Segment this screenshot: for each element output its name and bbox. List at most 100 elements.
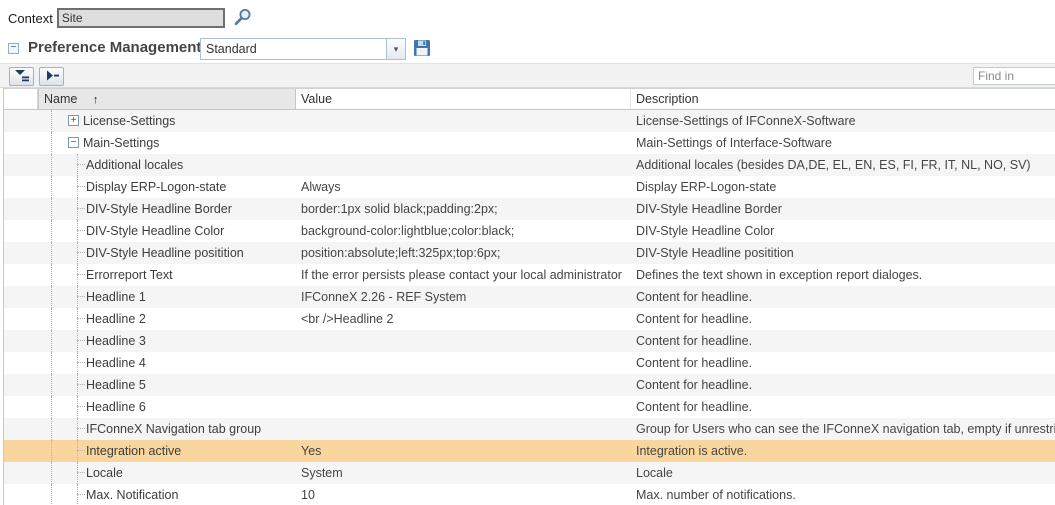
column-header-value[interactable]: Value	[296, 89, 631, 109]
setting-value	[296, 110, 631, 132]
collapse-all-button[interactable]	[39, 67, 64, 86]
column-header-name[interactable]: Name ↑	[38, 89, 296, 109]
table-row[interactable]: Headline 1IFConneX 2.26 - REF SystemCont…	[4, 286, 1055, 308]
row-gutter	[4, 352, 38, 374]
tree-guide-line	[77, 176, 78, 198]
setting-name: Headline 2	[86, 308, 146, 330]
table-row[interactable]: Headline 4Content for headline.	[4, 352, 1055, 374]
tree-connector	[77, 428, 85, 429]
setting-description: Integration is active.	[631, 440, 1055, 462]
setting-description: Locale	[631, 462, 1055, 484]
tree-connector	[77, 340, 85, 341]
table-row[interactable]: Display ERP-Logon-stateAlwaysDisplay ERP…	[4, 176, 1055, 198]
floppy-disk-icon	[413, 39, 431, 57]
name-cell: Headline 3	[38, 330, 296, 352]
setting-value: System	[296, 462, 631, 484]
table-row[interactable]: DIV-Style Headline Borderborder:1px soli…	[4, 198, 1055, 220]
name-cell: DIV-Style Headline positition	[38, 242, 296, 264]
table-row[interactable]: IFConneX Navigation tab groupGroup for U…	[4, 418, 1055, 440]
name-cell: Headline 1	[38, 286, 296, 308]
table-row[interactable]: Headline 3 Content for headline.	[4, 330, 1055, 352]
setting-value: If the error persists please contact you…	[296, 264, 631, 286]
table-row[interactable]: −Main-SettingsMain-Settings of Interface…	[4, 132, 1055, 154]
tree-guide-line	[77, 396, 78, 418]
setting-value	[296, 374, 631, 396]
tree-guide-line	[51, 198, 52, 220]
table-row[interactable]: DIV-Style Headline Colorbackground-color…	[4, 220, 1055, 242]
setting-description: DIV-Style Headline Color	[631, 220, 1055, 242]
magnifier-icon	[233, 8, 252, 27]
setting-description: DIV-Style Headline positition	[631, 242, 1055, 264]
setting-name: Max. Notification	[86, 484, 178, 505]
tree-connector	[77, 252, 85, 253]
setting-description: Additional locales (besides DA,DE, EL, E…	[631, 154, 1055, 176]
row-gutter	[4, 198, 38, 220]
table-header-row: Name ↑ Value Description	[4, 88, 1055, 110]
name-cell: +License-Settings	[38, 110, 296, 132]
table-row[interactable]: Headline 2<br />Headline 2Content for he…	[4, 308, 1055, 330]
context-input[interactable]	[57, 8, 225, 28]
table-row[interactable]: Max. Notification 10Max. number of notifi…	[4, 484, 1055, 505]
save-button[interactable]	[412, 39, 432, 59]
tree-guide-line	[51, 220, 52, 242]
tree-connector	[77, 472, 85, 473]
setting-name: Headline 1	[86, 286, 146, 308]
table-row[interactable]: Headline 6Content for headline.	[4, 396, 1055, 418]
setting-value: 10	[296, 484, 631, 505]
row-gutter	[4, 110, 38, 132]
search-button[interactable]	[233, 8, 253, 28]
setting-description: Max. number of notifications.	[631, 484, 1055, 505]
tree-guide-line	[51, 330, 52, 352]
setting-value	[296, 132, 631, 154]
row-gutter	[4, 132, 38, 154]
table-row[interactable]: Additional locales Additional locales (be…	[4, 154, 1055, 176]
tree-connector	[77, 230, 85, 231]
setting-value	[296, 418, 631, 440]
tree-connector	[77, 296, 85, 297]
table-row[interactable]: +License-SettingsLicense-Settings of IFC…	[4, 110, 1055, 132]
tree-guide-line	[51, 374, 52, 396]
profile-select[interactable]: Standard ▾	[200, 38, 406, 60]
section-collapse-icon[interactable]: −	[8, 43, 19, 54]
tree-guide-line	[77, 462, 78, 484]
tree-guide-line	[77, 330, 78, 352]
tree-connector	[77, 362, 85, 363]
filter-button[interactable]	[9, 67, 34, 86]
table-row[interactable]: DIV-Style Headline posititionposition:ab…	[4, 242, 1055, 264]
column-header-description[interactable]: Description	[631, 89, 1055, 109]
setting-name: Headline 4	[86, 352, 146, 374]
tree-guide-line	[77, 242, 78, 264]
row-gutter	[4, 374, 38, 396]
setting-value: Always	[296, 176, 631, 198]
row-gutter	[4, 396, 38, 418]
setting-name: Errorreport Text	[86, 264, 173, 286]
name-cell: Headline 5	[38, 374, 296, 396]
tree-connector	[77, 384, 85, 385]
context-label: Context	[8, 11, 53, 26]
expand-node-icon[interactable]: +	[68, 115, 79, 126]
table-row[interactable]: LocaleSystemLocale	[4, 462, 1055, 484]
setting-description: Content for headline.	[631, 330, 1055, 352]
tree-connector	[77, 274, 85, 275]
collapse-all-icon	[44, 69, 60, 82]
tree-guide-line	[77, 374, 78, 396]
setting-description: Content for headline.	[631, 374, 1055, 396]
chevron-down-icon[interactable]: ▾	[386, 39, 405, 59]
table-row[interactable]: Integration activeYesIntegration is acti…	[4, 440, 1055, 462]
collapse-node-icon[interactable]: −	[68, 137, 79, 148]
table-row[interactable]: Errorreport Text If the error persists pl…	[4, 264, 1055, 286]
find-input[interactable]	[973, 67, 1055, 85]
tree-guide-line	[51, 176, 52, 198]
tree-connector	[77, 450, 85, 451]
tree-connector	[77, 186, 85, 187]
tree-guide-line	[77, 220, 78, 242]
row-gutter	[4, 330, 38, 352]
name-cell: Additional locales	[38, 154, 296, 176]
tree-guide-line	[77, 418, 78, 440]
section-header: − Preference Management Standard ▾	[8, 37, 1048, 61]
tree-connector	[77, 318, 85, 319]
tree-guide-line	[51, 132, 52, 154]
name-cell: DIV-Style Headline Border	[38, 198, 296, 220]
tree-guide-line	[77, 154, 78, 176]
table-row[interactable]: Headline 5 Content for headline.	[4, 374, 1055, 396]
